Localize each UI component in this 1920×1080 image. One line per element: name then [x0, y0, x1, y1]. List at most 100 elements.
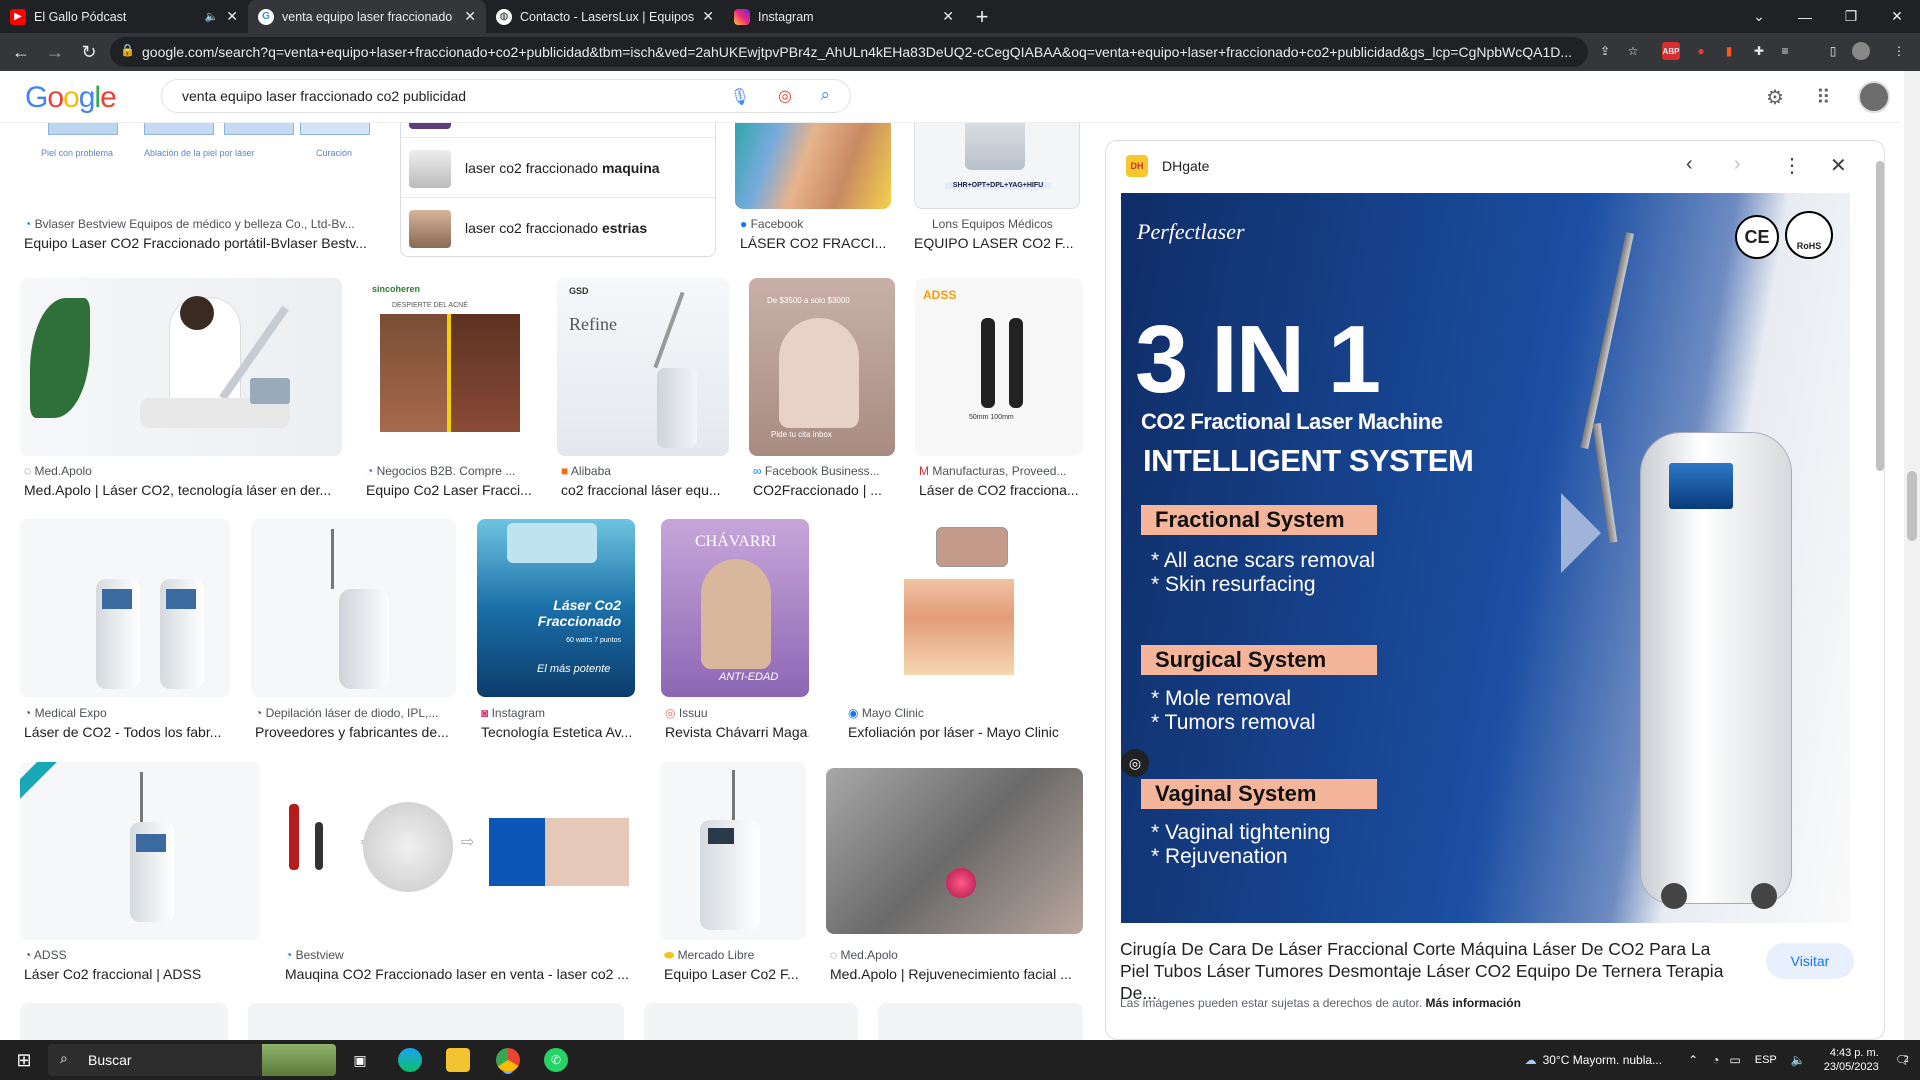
bookmark-star-icon[interactable]: ☆ — [1624, 42, 1642, 60]
close-icon[interactable]: ✕ — [464, 8, 476, 25]
result-source[interactable]: ◔ Negocios B2B. Compre ... — [366, 464, 538, 478]
back-icon[interactable]: ← — [8, 42, 34, 63]
result-title[interactable]: Tecnología Estetica Av... — [481, 724, 635, 740]
battery-icon[interactable]: ▭ — [1729, 1053, 1740, 1067]
result-image[interactable]: ADSS 50mm 100mm — [915, 278, 1083, 456]
result-image[interactable] — [20, 519, 230, 697]
result-image[interactable]: Láser Co2 Fraccionado 60 watts 7 puntos … — [477, 519, 635, 697]
clock[interactable]: 4:43 p. m. 23/05/2023 — [1824, 1046, 1879, 1074]
result-source[interactable]: M Manufacturas, Proveed... — [919, 464, 1083, 478]
new-tab-button[interactable]: + — [964, 0, 1000, 33]
scrollbar-thumb[interactable] — [1907, 471, 1917, 541]
next-icon[interactable]: › — [1734, 153, 1741, 176]
result-title[interactable]: Exfoliación por láser - Mayo Clinic — [848, 724, 1083, 740]
result-title[interactable]: EQUIPO LASER CO2 F... — [914, 235, 1080, 251]
result-image[interactable] — [251, 519, 456, 697]
result-source[interactable]: ◉ Mayo Clinic — [848, 706, 1083, 720]
chevron-up-icon[interactable]: ⌃ — [1688, 1053, 1698, 1067]
close-icon[interactable]: ✕ — [702, 8, 714, 25]
result-image[interactable] — [844, 519, 1083, 697]
result-source[interactable]: ◎ Issuu — [665, 706, 809, 720]
search-query[interactable]: venta equipo laser fraccionado co2 publi… — [182, 88, 466, 104]
microphone-icon[interactable]: 🎙 — [730, 87, 750, 107]
result-title[interactable]: Láser de CO2 fracciona... — [919, 482, 1083, 498]
result-image[interactable]: De $3500 a solo $3000 Pide tu cita inbox — [749, 278, 895, 456]
extension-icon[interactable]: ● — [1692, 42, 1710, 60]
settings-gear-icon[interactable]: ⚙ — [1766, 85, 1784, 110]
close-icon[interactable]: ✕ — [942, 8, 954, 25]
result-image[interactable] — [20, 278, 342, 456]
apps-grid-icon[interactable]: ⠿ — [1816, 85, 1831, 110]
result-image[interactable]: SHR+OPT+DPL+YAG+HIFU — [914, 123, 1080, 209]
result-title[interactable]: Proveedores y fabricantes de... — [255, 724, 455, 740]
result-source[interactable]: ● Facebook — [740, 217, 890, 231]
weather-text[interactable]: 30°C Mayorm. nubla... — [1543, 1053, 1663, 1067]
speaker-icon[interactable]: 🔈 — [1791, 1053, 1806, 1067]
result-title[interactable]: Med.Apolo | Rejuvenecimiento facial ... — [830, 966, 1083, 982]
tab-google-search[interactable]: G venta equipo laser fraccionado c ✕ — [248, 0, 486, 33]
preview-title[interactable]: Cirugía De Cara De Láser Fraccional Cort… — [1120, 938, 1740, 1004]
result-source[interactable]: ◔ Bestview — [285, 948, 639, 962]
result-image[interactable]: Piel con problema Ablación de la piel po… — [20, 123, 380, 191]
result-source[interactable]: Lons Equipos Médicos — [932, 217, 1082, 231]
reload-icon[interactable]: ↻ — [76, 42, 102, 63]
profile-icon[interactable] — [1852, 42, 1870, 60]
result-source[interactable]: ◙ Instagram — [481, 706, 635, 720]
result-title[interactable]: Equipo Laser Co2 F... — [664, 966, 806, 982]
puzzle-icon[interactable]: ✚ — [1750, 42, 1768, 60]
file-explorer-icon[interactable] — [446, 1048, 470, 1072]
chrome-icon[interactable] — [496, 1048, 520, 1072]
result-title[interactable]: Equipo Laser CO2 Fraccionado portátil-Bv… — [24, 235, 380, 251]
result-image[interactable]: ⇨ ⇨ — [281, 762, 639, 940]
more-options-icon[interactable]: ⋮ — [1782, 153, 1802, 178]
result-source[interactable]: ◔ Depilación láser de diodo, IPL,... — [255, 706, 455, 720]
result-image[interactable] — [644, 1003, 858, 1040]
result-source[interactable]: ■ Alibaba — [561, 464, 729, 478]
adblock-icon[interactable]: ABP — [1662, 42, 1680, 60]
result-source[interactable]: ⬬ Mercado Libre — [664, 948, 806, 963]
close-window-icon[interactable]: ✕ — [1874, 0, 1920, 33]
panel-scrollbar[interactable] — [1876, 161, 1884, 471]
address-bar[interactable]: 🔒 google.com/search?q=venta+equipo+laser… — [110, 37, 1588, 67]
result-image[interactable] — [878, 1003, 1083, 1040]
minimize-icon[interactable]: — — [1782, 0, 1828, 33]
media-control-icon[interactable]: ≡ — [1776, 42, 1794, 60]
result-source[interactable]: ◔ Bvlaser Bestview Equipos de médico y b… — [24, 217, 380, 231]
side-panel-icon[interactable]: ▯ — [1824, 42, 1842, 60]
tab-instagram[interactable]: Instagram ✕ — [724, 0, 964, 33]
result-source[interactable]: ◔ Medical Expo — [24, 706, 230, 720]
weather-icon[interactable]: ☁ — [1525, 1053, 1537, 1067]
account-avatar[interactable] — [1858, 81, 1890, 113]
windows-start-icon[interactable]: ⊞ — [12, 1048, 36, 1072]
result-source[interactable]: ◌ Med.Apolo — [24, 464, 342, 478]
result-image[interactable]: CHÁVARRI ANTI-EDAD — [661, 519, 809, 697]
menu-icon[interactable]: ⋮ — [1890, 42, 1908, 60]
result-title[interactable]: Mauqina CO2 Fraccionado laser en venta -… — [285, 966, 639, 982]
result-title[interactable]: Láser de CO2 - Todos los fabr... — [24, 724, 230, 740]
language-indicator[interactable]: ESP — [1755, 1054, 1777, 1066]
preview-site-name[interactable]: DHgate — [1162, 158, 1209, 174]
page-scrollbar[interactable] — [1904, 71, 1920, 1040]
result-image[interactable]: GSD Refine — [557, 278, 729, 456]
extension-icon[interactable]: ▮ — [1720, 42, 1738, 60]
restore-icon[interactable]: ❐ — [1828, 0, 1874, 33]
close-icon[interactable]: ✕ — [226, 8, 238, 25]
result-image[interactable] — [248, 1003, 624, 1040]
result-title[interactable]: LÁSER CO2 FRACCI... — [740, 235, 890, 251]
result-image[interactable] — [20, 1003, 228, 1040]
network-icon[interactable]: ◔ — [1712, 1053, 1719, 1067]
forward-icon[interactable]: → — [42, 42, 68, 63]
taskbar-search[interactable]: ⌕ Buscar — [48, 1044, 336, 1076]
result-source[interactable]: ◌ Med.Apolo — [830, 948, 1083, 962]
result-title[interactable]: co2 fraccional láser equ... — [561, 482, 729, 498]
result-title[interactable]: Med.Apolo | Láser CO2, tecnología láser … — [24, 482, 342, 498]
result-image[interactable] — [735, 123, 891, 209]
previous-icon[interactable]: ‹ — [1686, 153, 1693, 176]
preview-image[interactable]: Perfectlaser 3 IN 1 CO2 Fractional Laser… — [1121, 193, 1850, 923]
tab-contacto[interactable]: ◍ Contacto - LasersLux | Equipos Lá ✕ — [486, 0, 724, 33]
edge-icon[interactable] — [398, 1048, 422, 1072]
close-icon[interactable]: ✕ — [1830, 153, 1847, 178]
result-title[interactable]: Láser Co2 fraccional | ADSS — [24, 966, 260, 982]
lock-icon[interactable]: 🔒 — [120, 43, 135, 57]
visit-button[interactable]: Visitar — [1766, 943, 1854, 979]
